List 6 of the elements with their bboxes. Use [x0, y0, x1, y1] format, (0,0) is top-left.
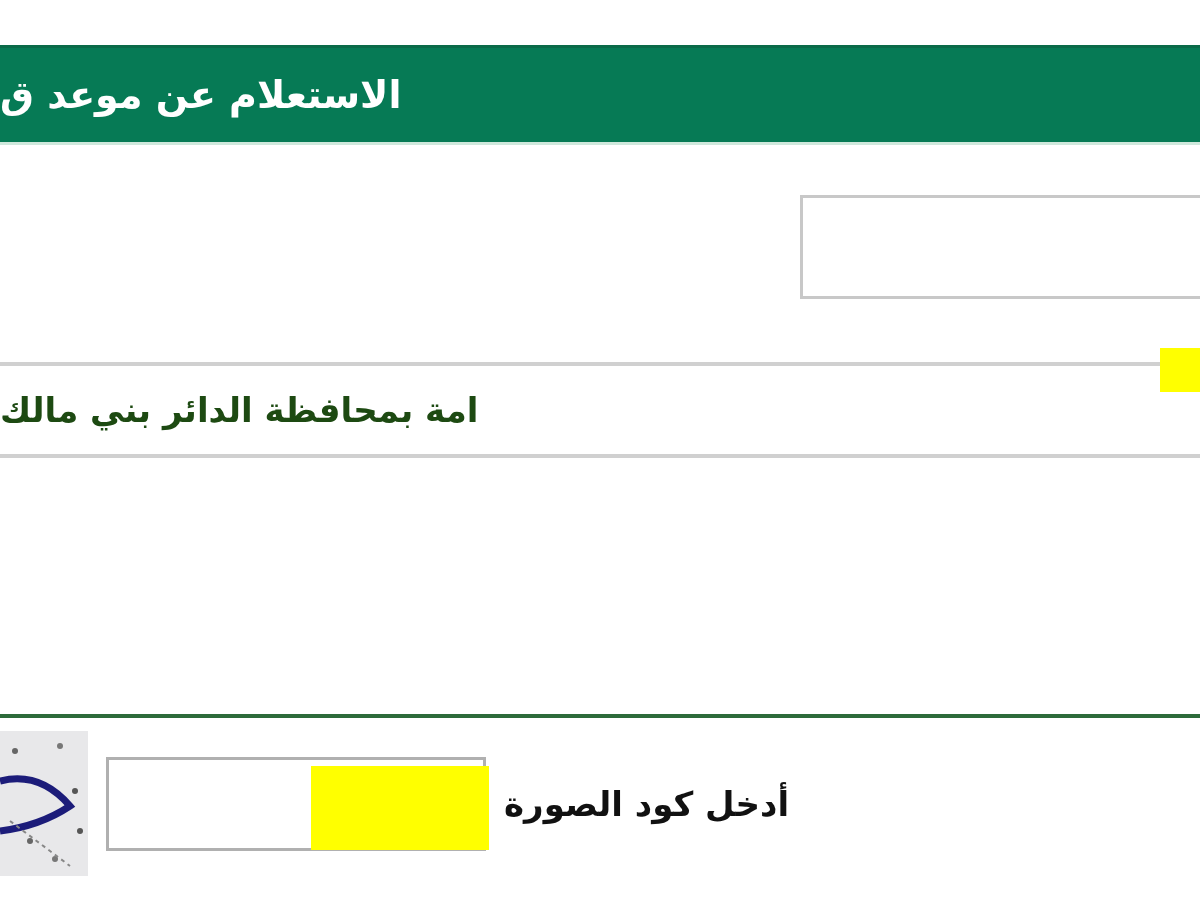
location-text: امة بمحافظة الدائر بني مالك: [0, 390, 479, 430]
header-title: الاستعلام عن موعد ق: [0, 73, 402, 117]
highlight-mark: [1160, 348, 1200, 392]
captcha-label: أدخل كود الصورة: [504, 783, 790, 824]
captcha-field[interactable]: [106, 756, 486, 851]
input-field[interactable]: [800, 195, 1200, 299]
